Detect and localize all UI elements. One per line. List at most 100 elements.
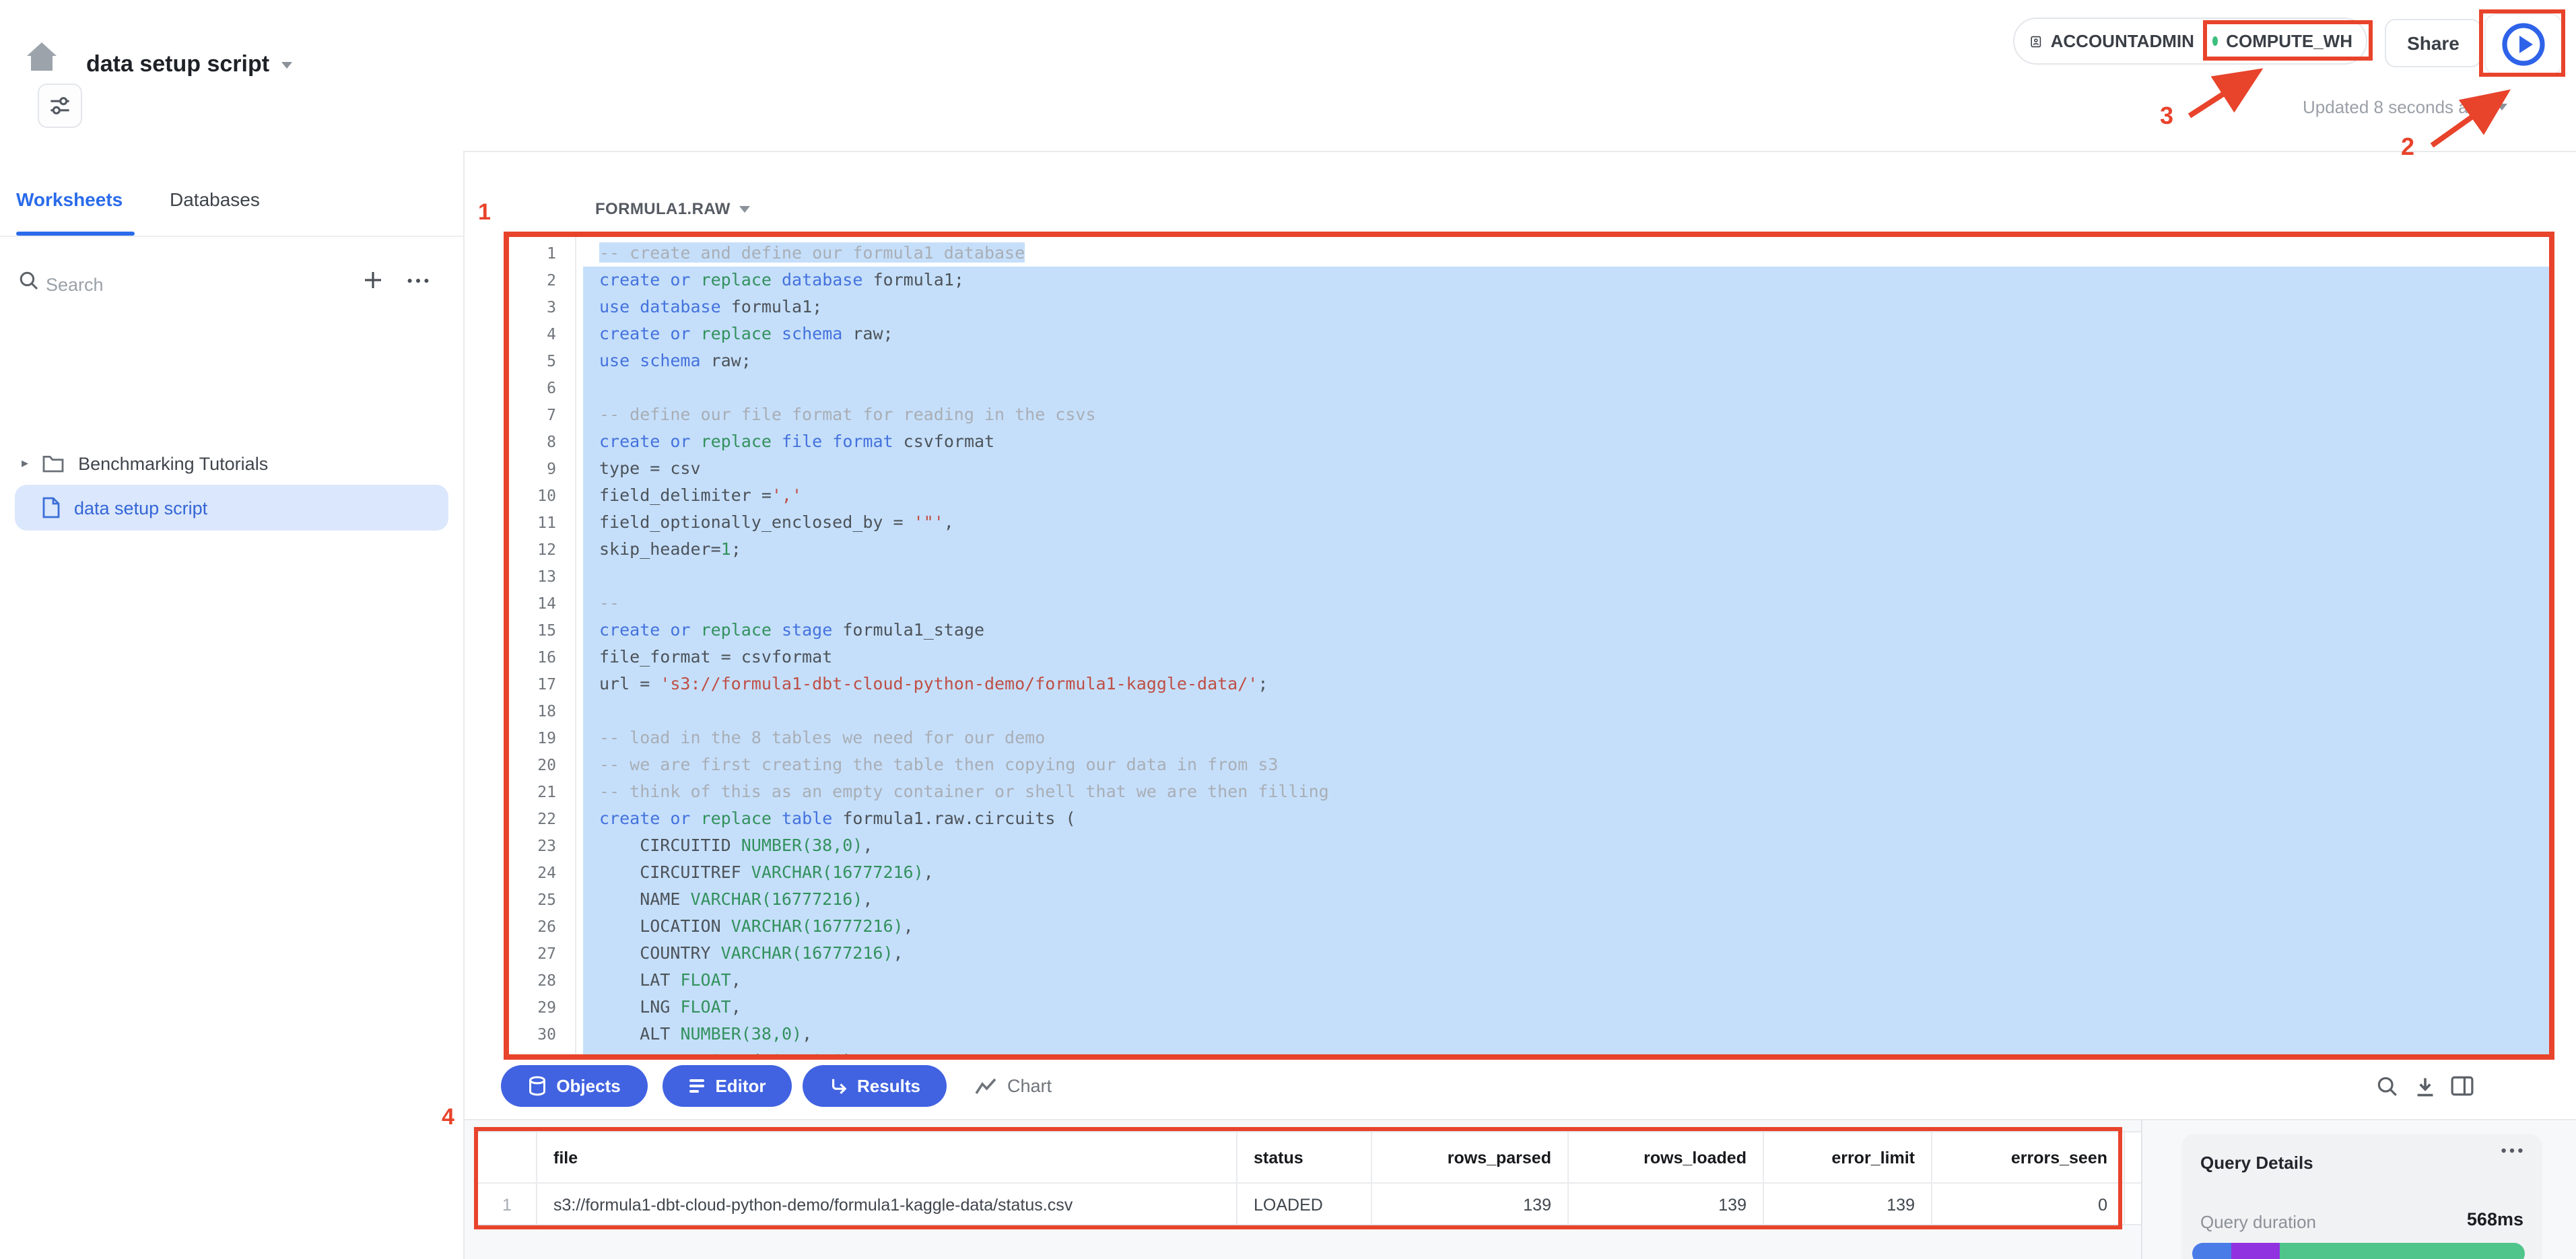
code-line-content: CIRCUITID NUMBER(38,0), (583, 832, 2549, 859)
search-results-button[interactable] (2377, 1076, 2398, 1097)
line-number: 4 (509, 320, 575, 347)
code-line[interactable]: 10field_delimiter =',' (509, 482, 2549, 509)
table-cell: 139 (1567, 1184, 1763, 1225)
sidebar-more-button[interactable] (401, 265, 434, 295)
play-icon (2499, 20, 2548, 69)
chevron-down-icon (740, 205, 751, 212)
code-line[interactable]: 15create or replace stage formula1_stage (509, 617, 2549, 644)
code-line[interactable]: 30 ALT NUMBER(38,0), (509, 1021, 2549, 1048)
code-line[interactable]: 3 use database formula1; (509, 294, 2549, 320)
results-table: filestatusrows_parsedrows_loadederror_li… (477, 1131, 2142, 1225)
line-number: 7 (509, 401, 575, 428)
line-number: 17 (509, 671, 575, 697)
table-cell: s3://formula1-dbt-cloud-python-demo/form… (536, 1184, 1236, 1225)
home-button[interactable] (22, 36, 62, 77)
code-line[interactable]: 26 LOCATION VARCHAR(16777216), (509, 913, 2549, 940)
divider (0, 236, 465, 237)
tab-databases[interactable]: Databases (170, 189, 260, 210)
columns-layout-icon (2451, 1076, 2474, 1096)
code-line[interactable]: 19-- load in the 8 tables we need for ou… (509, 724, 2549, 751)
code-line[interactable]: 21-- think of this as an empty container… (509, 778, 2549, 805)
worksheet-title-dropdown[interactable]: data setup script (86, 47, 292, 82)
code-line-content: NAME VARCHAR(16777216), (583, 886, 2549, 913)
updated-label: Updated 8 seconds ago (2303, 97, 2488, 117)
code-line[interactable]: 24 CIRCUITREF VARCHAR(16777216), (509, 859, 2549, 886)
code-line[interactable]: 20-- we are first creating the table the… (509, 751, 2549, 778)
code-line-content: file_format = csvformat (583, 644, 2549, 671)
table-cell: n (2124, 1184, 2142, 1225)
filters-button[interactable] (38, 83, 82, 128)
code-line[interactable]: 23 CIRCUITID NUMBER(38,0), (509, 832, 2549, 859)
schema-context-dropdown[interactable]: FORMULA1.RAW (595, 199, 751, 218)
plus-icon (362, 269, 384, 291)
table-cell: 139 (1763, 1184, 1931, 1225)
code-line[interactable]: 28 LAT FLOAT, (509, 967, 2549, 994)
run-button[interactable] (2484, 13, 2563, 75)
code-line[interactable]: 11field_optionally_enclosed_by = '"', (509, 509, 2549, 536)
line-number: 12 (509, 536, 575, 563)
code-line[interactable]: 17 url = 's3://formula1-dbt-cloud-python-… (509, 671, 2549, 697)
home-icon (24, 39, 59, 74)
query-details-menu-button[interactable] (2501, 1147, 2523, 1154)
line-number: 3 (509, 294, 575, 320)
code-line[interactable]: 9type = csv (509, 455, 2549, 482)
sidebar: Worksheets Databases ▸ Benchmarking Tuto… (0, 151, 465, 1259)
code-line[interactable]: 27 COUNTRY VARCHAR(16777216), (509, 940, 2549, 967)
code-line[interactable]: 29 LNG FLOAT, (509, 994, 2549, 1021)
tab-worksheets[interactable]: Worksheets (16, 189, 123, 210)
line-number: 21 (509, 778, 575, 805)
code-line[interactable]: 14-- (509, 590, 2549, 617)
code-line[interactable]: 7-- define our file format for reading i… (509, 401, 2549, 428)
objects-button[interactable]: Objects (501, 1065, 648, 1107)
table-header-cell: errors_seen (1931, 1132, 2124, 1184)
code-line-content: create or replace database formula1; (583, 267, 2549, 294)
code-line-content: create or replace table formula1.raw.cir… (583, 805, 2549, 832)
sql-editor[interactable]: 1-- create and define our formula1 datab… (509, 237, 2549, 1054)
code-line-content: -- we are first creating the table then … (583, 751, 2549, 778)
code-line[interactable]: 12skip_header=1; (509, 536, 2549, 563)
table-row[interactable]: 1s3://formula1-dbt-cloud-python-demo/for… (478, 1184, 2141, 1225)
line-number: 19 (509, 724, 575, 751)
share-button[interactable]: Share (2385, 19, 2482, 67)
code-line[interactable]: 2create or replace database formula1; (509, 267, 2549, 294)
new-worksheet-button[interactable] (358, 265, 388, 295)
code-line[interactable]: 6 (509, 374, 2549, 401)
search-input[interactable] (43, 267, 304, 302)
code-line[interactable]: 13 (509, 563, 2549, 590)
code-line[interactable]: 4create or replace schema raw; (509, 320, 2549, 347)
chart-toggle[interactable]: Chart (975, 1065, 1052, 1107)
download-results-button[interactable] (2414, 1076, 2436, 1097)
editor-button[interactable]: Editor (663, 1065, 792, 1107)
code-line[interactable]: 1-- create and define our formula1 datab… (509, 240, 2549, 267)
code-line[interactable]: 8create or replace file format csvformat (509, 428, 2549, 455)
code-line[interactable]: 18 (509, 697, 2549, 724)
table-header-cell: error_limit (1763, 1132, 1931, 1184)
columns-panel-button[interactable] (2451, 1076, 2474, 1096)
objects-label: Objects (556, 1076, 620, 1096)
table-header-row: filestatusrows_parsedrows_loadederror_li… (478, 1132, 2141, 1184)
line-number: 24 (509, 859, 575, 886)
code-line-content: url = 's3://formula1-dbt-cloud-python-de… (583, 671, 2549, 697)
code-line[interactable]: 31 URL VARCHAR(16777216), (509, 1048, 2549, 1054)
updated-dropdown[interactable]: Updated 8 seconds ago (2303, 97, 2508, 117)
line-number: 9 (509, 455, 575, 482)
code-line[interactable]: 16file_format = csvformat (509, 644, 2549, 671)
results-button[interactable]: Results (803, 1065, 947, 1107)
line-number: 5 (509, 347, 575, 374)
code-line-content: use schema raw; (583, 347, 2549, 374)
context-selector[interactable]: ACCOUNTADMIN COMPUTE_WH (2013, 18, 2367, 65)
gutter-divider (575, 237, 576, 1054)
sidebar-item-selected-worksheet[interactable]: data setup script (15, 485, 448, 531)
code-line[interactable]: 25 NAME VARCHAR(16777216), (509, 886, 2549, 913)
role-badge-icon (2031, 30, 2041, 52)
chart-label: Chart (1007, 1076, 1052, 1096)
code-line[interactable]: 22create or replace table formula1.raw.c… (509, 805, 2549, 832)
sidebar-item-folder[interactable]: ▸ Benchmarking Tutorials (0, 444, 465, 482)
role-label: ACCOUNTADMIN (2051, 31, 2194, 51)
code-lines: 1-- create and define our formula1 datab… (509, 240, 2549, 1054)
code-line-content: use database formula1; (583, 294, 2549, 320)
code-line[interactable]: 5 use schema raw; (509, 347, 2549, 374)
line-number: 27 (509, 940, 575, 967)
line-number: 14 (509, 590, 575, 617)
line-number: 15 (509, 617, 575, 644)
